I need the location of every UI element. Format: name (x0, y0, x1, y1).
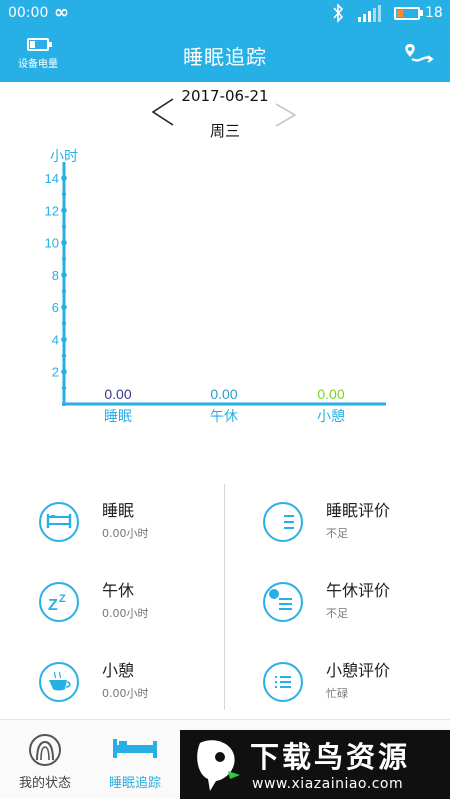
stat-rest[interactable]: 小憩 0.00小时 (38, 654, 208, 714)
y-tick-label: 6 (52, 300, 59, 315)
bed-icon (113, 739, 157, 758)
svg-text:Z: Z (59, 593, 66, 605)
stat-rest-rating[interactable]: 小憩评价 忙碌 (262, 654, 432, 714)
date-label: 2017-06-21 (181, 87, 269, 105)
stat-rest-rating-name: 小憩评价 (326, 661, 391, 680)
stat-nap-rating-value: 不足 (326, 607, 348, 620)
status-time: 00:00 (8, 5, 49, 21)
stat-nap[interactable]: Z Z 午休 0.00小时 (38, 574, 208, 634)
page-title: 睡眠追踪 (183, 45, 267, 69)
y-minor-tick-dot (61, 321, 67, 326)
loop-icon: ∞ (54, 2, 69, 23)
route-icon[interactable] (402, 42, 436, 68)
y-tick-dot (61, 239, 67, 246)
bar-value-label: 0.00 (317, 386, 344, 402)
y-tick-label: 14 (45, 171, 59, 186)
y-minor-tick-dot (61, 224, 67, 229)
stat-nap-rating-name: 午休评价 (326, 581, 391, 600)
bar-value-label: 0.00 (210, 386, 237, 402)
y-minor-tick-dot (61, 288, 67, 294)
stat-sleep-rating-name: 睡眠评价 (326, 501, 391, 520)
zz-icon: Z Z (39, 582, 79, 622)
tab-sleep-tracking[interactable]: 睡眠追踪 (90, 720, 180, 799)
y-minor-tick-dot (61, 385, 67, 391)
sleep-chart: 小时 2 4 6 8 10 12 14 0.00 睡眠 0.00 午休 0.00 小憩 (45, 148, 386, 424)
stat-sleep[interactable]: 睡眠 0.00小时 (38, 494, 208, 554)
tab-my-status[interactable]: 我的状态 (0, 720, 90, 799)
stat-sleep-name: 睡眠 (102, 501, 135, 520)
weekday-label: 周三 (209, 122, 240, 140)
tab-my-status-label: 我的状态 (18, 776, 71, 791)
bed-icon (39, 502, 79, 542)
svg-text:Z: Z (48, 597, 58, 614)
y-minor-tick-dot (61, 192, 67, 197)
signal-icon (358, 5, 381, 22)
stat-nap-name: 午休 (102, 581, 135, 600)
bar-value-label: 0.00 (104, 386, 131, 402)
head-icon (29, 734, 61, 766)
chart-y-axis-label: 小时 (50, 148, 78, 164)
y-tick-dot (61, 368, 67, 375)
bird-logo-icon (197, 740, 240, 791)
battery-icon (394, 7, 420, 20)
battery-tip (420, 10, 423, 16)
sun-list-icon (263, 582, 303, 622)
app-header: 设备电量 睡眠追踪 (0, 28, 450, 82)
stat-sleep-value: 0.00小时 (102, 527, 149, 540)
status-bar: 00:00 ∞ 18 (0, 0, 450, 28)
stat-nap-rating[interactable]: 午休评价 不足 (262, 574, 432, 634)
y-tick-dot (61, 272, 67, 278)
y-tick-label: 2 (52, 365, 59, 380)
y-tick-label: 8 (52, 268, 59, 283)
y-tick-label: 12 (45, 203, 59, 218)
stat-sleep-rating[interactable]: 睡眠评价 不足 (262, 494, 432, 554)
watermark-text: 下载鸟资源 (250, 740, 411, 774)
y-tick-dot (61, 175, 67, 181)
next-day-button[interactable] (274, 102, 298, 128)
stat-sleep-rating-value: 不足 (326, 527, 348, 540)
stat-rest-value: 0.00小时 (102, 687, 149, 700)
y-tick-label: 4 (52, 332, 59, 347)
sleep-stats-panel: 睡眠 0.00小时 Z Z 午休 0.00小时 小憩 0.00小时 睡眠评价 不… (0, 480, 450, 716)
watermark: 下载鸟资源 www.xiazainiao.com (180, 730, 450, 799)
stat-rest-rating-value: 忙碌 (326, 687, 348, 700)
moon-list-icon (263, 502, 303, 542)
category-label: 睡眠 (104, 408, 132, 424)
stats-divider (224, 484, 225, 710)
category-label: 小憩 (317, 408, 345, 424)
bluetooth-icon (333, 3, 344, 23)
category-label: 午休 (210, 408, 238, 424)
list-icon (263, 662, 303, 702)
stat-nap-value: 0.00小时 (102, 607, 149, 620)
stat-rest-name: 小憩 (102, 661, 135, 680)
coffee-cup-icon (39, 662, 79, 702)
date-navigator: 2017-06-21 周三 (0, 82, 450, 142)
watermark-url: www.xiazainiao.com (252, 776, 404, 792)
tab-sleep-tracking-label: 睡眠追踪 (108, 776, 161, 791)
y-tick-dot (61, 336, 67, 343)
y-tick-dot (61, 304, 67, 310)
battery-level: 18 (425, 5, 443, 21)
y-minor-tick-dot (61, 353, 67, 358)
y-tick-dot (61, 207, 67, 214)
y-minor-tick-dot (61, 256, 67, 261)
y-tick-label: 10 (45, 236, 59, 251)
